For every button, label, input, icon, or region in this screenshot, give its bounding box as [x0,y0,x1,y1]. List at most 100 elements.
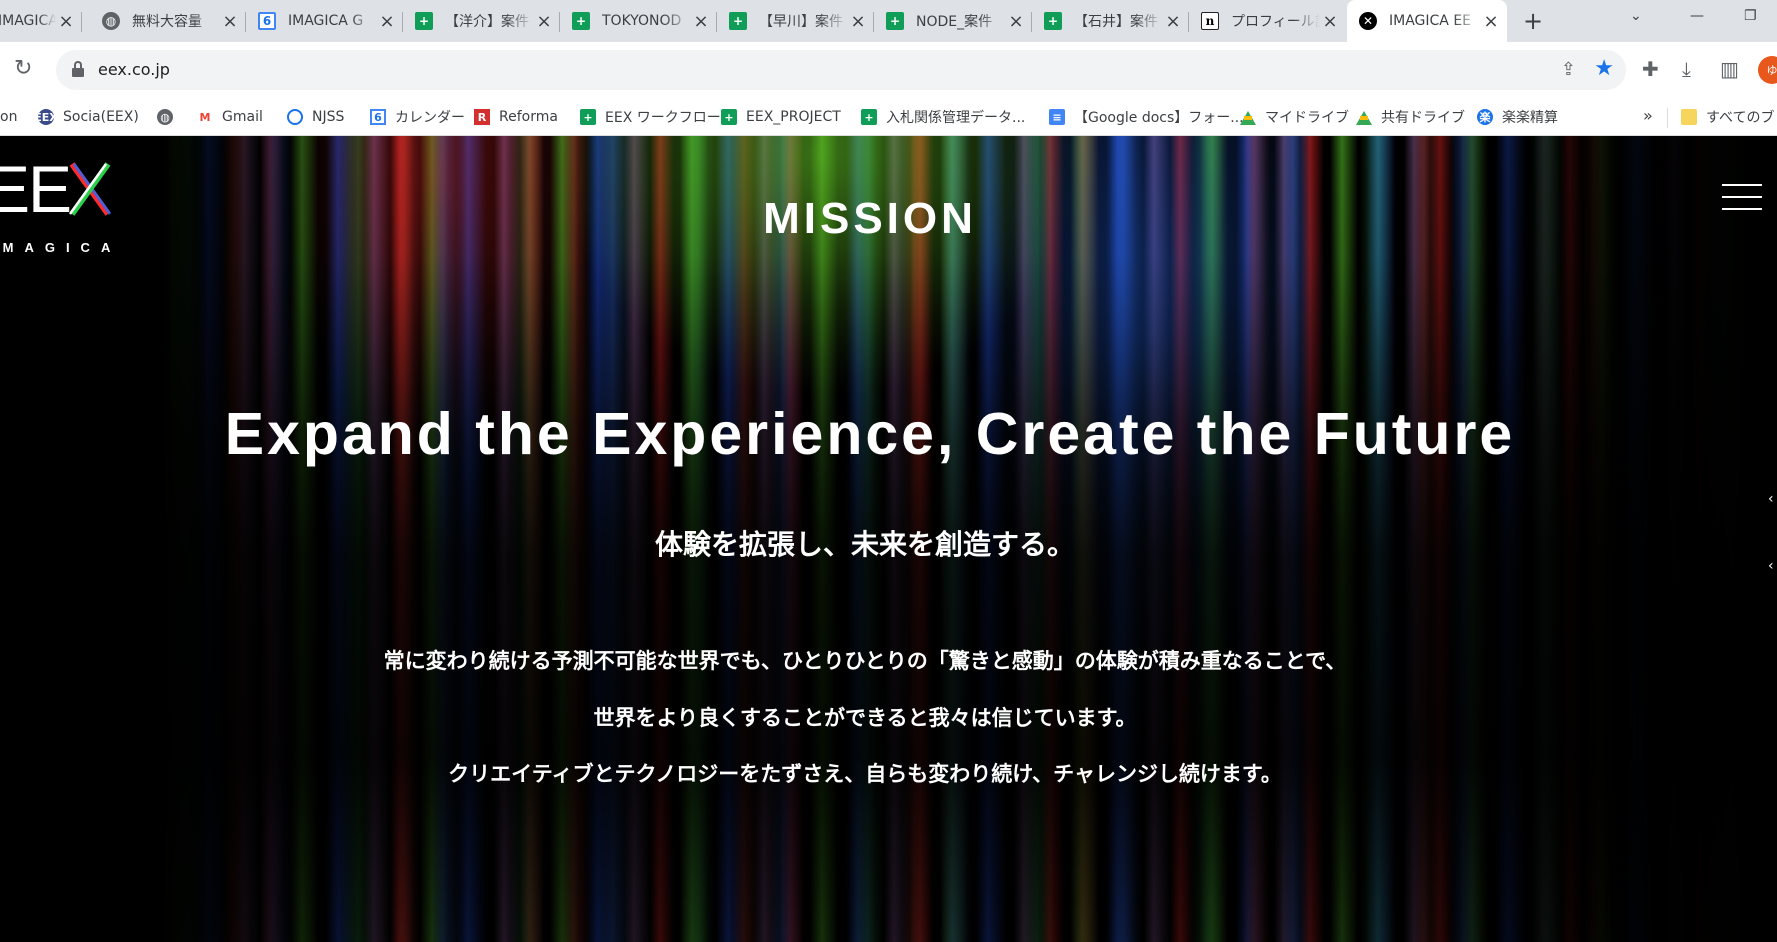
gmail-icon: M [199,110,211,124]
bookmark-item[interactable]: ≡ 【Google docs】フォー... [1049,106,1244,128]
profile-avatar[interactable]: ゆ [1758,56,1777,84]
bookmark-label: NJSS [312,109,345,125]
eex-x-icon: ✕ [1359,12,1377,30]
browser-tab[interactable]: + 【早川】案件 × [717,0,874,42]
bookmark-item[interactable]: on [0,106,17,128]
share-icon[interactable]: ⇪ [1561,59,1576,80]
side-arrow-icon[interactable]: ‹ [1768,491,1774,507]
bookmark-label: EEX ワークフロー [605,110,721,126]
mission-paragraph: 常に変わり続ける予測不可能な世界でも、ひとりひとりの「驚きと感動」の体験が積み重… [383,649,1347,673]
browser-toolbar: ↻ eex.co.jp ⇪ ★ ✚ ⤓ ▥ ゆ [0,42,1777,98]
browser-tab[interactable]: 6 IMAGICA G × [246,0,403,42]
bookmark-item[interactable]: R Reforma [474,106,558,128]
close-tab-icon[interactable]: × [534,11,554,32]
bookmark-item[interactable]: 楽 楽楽精算 [1477,106,1558,128]
socia-icon: EEX [34,109,58,125]
minimize-icon[interactable]: — [1690,8,1704,24]
browser-tab[interactable]: + TOKYONOD × [560,0,717,42]
tab-title: IMAGICA G [288,13,364,29]
bookmark-item[interactable]: + EEX_PROJECT [721,106,841,128]
browser-tab[interactable]: n プロフィール設 × [1189,0,1346,42]
mission-paragraph: 世界をより良くすることができると我々は信じています。 [593,706,1137,730]
folder-icon [1681,109,1697,125]
google-sheets-icon: + [886,12,904,30]
page-viewport: EE IMAGICA MISSION Expand the Experience… [0,136,1777,942]
bookmark-item[interactable]: + 入札関係管理データ... [861,106,1025,128]
google-sheets-icon: + [580,109,596,125]
reload-icon[interactable]: ↻ [14,56,32,81]
mission-subheadline: 体験を拡張し、未来を創造する。 [654,528,1075,561]
browser-tab[interactable]: IMAGICA GE × [0,0,82,42]
google-drive-icon [1356,109,1372,125]
bookmark-item[interactable]: M Gmail [197,106,263,128]
address-bar[interactable]: eex.co.jp ⇪ ★ [56,50,1626,90]
close-tab-icon[interactable]: × [56,11,76,32]
browser-tab[interactable]: + 【石井】案件 × [1032,0,1189,42]
new-tab-button[interactable]: + [1518,6,1548,36]
side-panel-icon[interactable]: ▥ [1720,57,1739,81]
bookmark-label: マイドライブ [1265,110,1349,126]
tab-title: プロフィール設 [1231,14,1320,30]
browser-tab[interactable]: + 【洋介】案件 × [403,0,560,42]
close-tab-icon[interactable]: × [377,11,397,32]
tab-title: IMAGICA GE [0,13,56,29]
bookmark-label: 共有ドライブ [1381,110,1465,126]
bookmarks-divider [1667,108,1668,128]
tab-title: 【早川】案件 [759,14,843,30]
bookmark-label: Gmail [222,109,263,125]
google-calendar-icon: 6 [370,109,386,125]
all-bookmarks-button[interactable]: すべてのブッ [1681,106,1777,128]
close-tab-icon[interactable]: × [1320,11,1340,32]
google-sheets-icon: + [572,12,590,30]
browser-tab[interactable]: + NODE_案件 × [874,0,1032,42]
bookmark-label: EEX_PROJECT [746,109,841,125]
section-title: MISSION [763,194,977,243]
tab-title: TOKYONOD [602,13,682,29]
close-tab-icon[interactable]: × [1163,11,1183,32]
tab-title: NODE_案件 [916,14,993,30]
bookmark-item[interactable]: 6 カレンダー [370,106,465,128]
google-drive-icon [1240,109,1256,125]
bookmark-item[interactable]: NJSS [287,106,344,128]
browser-tab[interactable]: ◍ 無料大容量 × [90,0,246,42]
bookmark-label: Socia(EEX) [63,109,139,125]
bookmark-label: on [0,109,18,125]
google-sheets-icon: + [721,109,737,125]
url-text[interactable]: eex.co.jp [98,60,170,79]
close-tab-icon[interactable]: × [1481,11,1501,32]
google-sheets-icon: + [1044,12,1062,30]
tab-search-icon[interactable]: ⌄ [1630,8,1642,24]
google-sheets-icon: + [415,12,433,30]
bookmark-label: カレンダー [395,110,465,126]
bookmark-star-icon[interactable]: ★ [1594,56,1614,81]
lock-icon[interactable] [72,61,84,77]
tab-strip: IMAGICA GE × ◍ 無料大容量 × 6 IMAGICA G × + 【… [0,0,1777,42]
bookmark-item[interactable]: ◍ [157,106,182,128]
close-tab-icon[interactable]: × [691,11,711,32]
bookmark-item[interactable]: マイドライブ [1240,106,1349,128]
bookmarks-overflow-button[interactable]: » [1643,106,1653,125]
google-sheets-icon: + [729,12,747,30]
tab-title: 【石井】案件 [1074,14,1158,30]
njss-icon [287,109,303,125]
bookmark-item[interactable]: + EEX ワークフロー [580,106,721,128]
google-calendar-icon: 6 [258,12,276,30]
browser-tab-active[interactable]: ✕ IMAGICA EE × [1347,0,1507,42]
close-tab-icon[interactable]: × [1006,11,1026,32]
bookmarks-bar: on EEX Socia(EEX) ◍ M Gmail NJSS 6 カレンダー… [0,98,1777,136]
google-docs-icon: ≡ [1049,109,1065,125]
close-tab-icon[interactable]: × [848,11,868,32]
download-icon[interactable]: ⤓ [1682,57,1691,81]
bookmark-item[interactable]: EEX Socia(EEX) [34,106,139,128]
side-arrow-icon[interactable]: ‹ [1768,558,1774,574]
bookmark-item[interactable]: 共有ドライブ [1356,106,1465,128]
tab-title: 【洋介】案件 [445,14,529,30]
bookmark-label: 楽楽精算 [1502,110,1558,126]
globe-icon: ◍ [102,12,120,30]
reforma-icon: R [474,109,490,125]
close-tab-icon[interactable]: × [220,11,240,32]
bookmark-label: すべてのブッ [1706,110,1777,126]
restore-icon[interactable]: ❐ [1744,8,1757,24]
extensions-icon[interactable]: ✚ [1642,57,1659,81]
mission-paragraph: クリエイティブとテクノロジーをたずさえ、自らも変わり続け、チャレンジし続けます。 [448,762,1282,786]
